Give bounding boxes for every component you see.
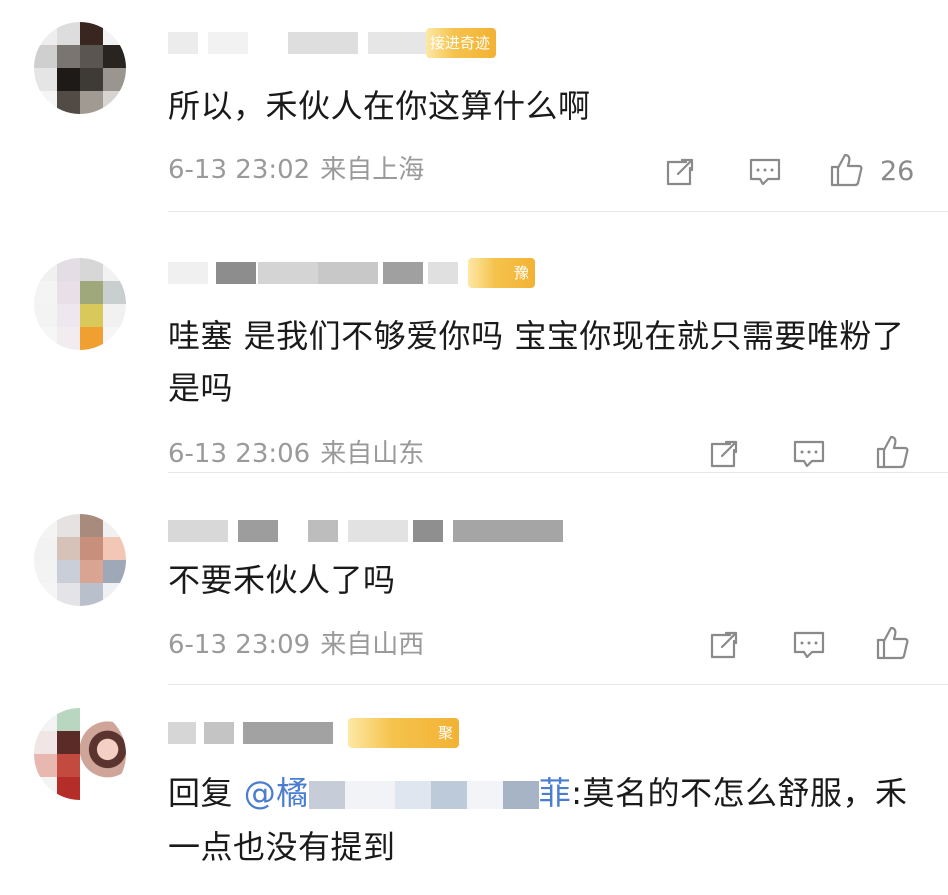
like-count: 26 (880, 156, 915, 187)
share-icon[interactable] (704, 434, 744, 474)
avatar[interactable] (34, 514, 126, 606)
thumbs-up-icon[interactable] (826, 150, 866, 190)
comment-text: 所以，禾伙人在你这算什么啊 (168, 87, 591, 125)
comment-icon[interactable] (789, 434, 829, 474)
reply-prefix: 回复 (168, 774, 234, 812)
avatar[interactable] (34, 22, 126, 114)
comment-location: 来自上海 (320, 155, 425, 185)
comment-text: 回复 @橘 菲:莫名的不怎么舒服，禾一点也没有提到 (168, 766, 928, 874)
comment-text: 哇塞 是我们不够爱你吗 宝宝你现在就只需要唯粉了是吗 (168, 317, 905, 407)
comment-location: 来自山西 (320, 630, 425, 660)
comment-meta: 6-13 23:09 来自山西 (168, 625, 424, 665)
comment-date: 6-13 23:06 (168, 439, 311, 469)
username[interactable]: 豫 (168, 256, 588, 292)
comment-meta: 6-13 23:02 来自上海 (168, 150, 424, 190)
avatar[interactable] (34, 708, 126, 800)
thumbs-up-icon[interactable] (872, 432, 912, 472)
comment-icon[interactable] (789, 625, 829, 665)
thumbs-up-icon[interactable] (872, 623, 912, 663)
username[interactable] (168, 514, 588, 550)
member-badge: 接进奇迹 (426, 28, 497, 58)
username[interactable]: 接进奇迹 (168, 26, 568, 62)
share-icon[interactable] (660, 152, 700, 192)
comment-date: 6-13 23:02 (168, 155, 311, 185)
comment-date: 6-13 23:09 (168, 630, 311, 660)
comment-text: 不要禾伙人了吗 (168, 561, 396, 599)
comment-meta: 6-13 23:06 来自山东 (168, 434, 424, 474)
username[interactable]: 聚 (168, 716, 588, 752)
share-icon[interactable] (704, 625, 744, 665)
member-badge: 豫 (468, 258, 536, 288)
avatar[interactable] (34, 258, 126, 350)
divider (168, 211, 948, 212)
comment-location: 来自山东 (320, 439, 425, 469)
mention-link[interactable]: @橘菲 (244, 774, 572, 812)
comment-icon[interactable] (745, 152, 785, 192)
divider (168, 684, 948, 685)
member-badge: 聚 (348, 718, 460, 748)
divider (168, 472, 948, 473)
